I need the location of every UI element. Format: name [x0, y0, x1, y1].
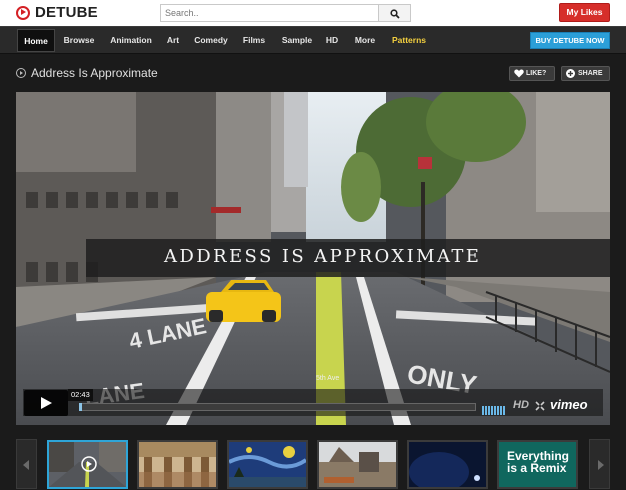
nav-item-art[interactable]: Art [161, 29, 185, 52]
svg-text:5th Ave: 5th Ave [316, 375, 339, 382]
search-input[interactable]: Search.. [160, 4, 379, 22]
thumbnail-strip: Everything is a Remix [16, 433, 610, 490]
video-title: Address Is Approximate [31, 66, 158, 80]
thumbnail-title: Everything is a Remix [507, 449, 570, 475]
nav-item-more[interactable]: More [348, 29, 382, 52]
thumbnail-item[interactable] [227, 440, 308, 489]
video-player[interactable]: 4 LANE ONLY LANE 5th Ave ADDRESS IS APPR… [16, 92, 610, 425]
nav-item-animation[interactable]: Animation [105, 29, 157, 52]
nav-item-home[interactable]: Home [17, 29, 55, 52]
thumbnail-item[interactable] [47, 440, 128, 489]
nav-item-comedy[interactable]: Comedy [189, 29, 233, 52]
prev-arrow[interactable] [16, 439, 37, 489]
timecode: 02:43 [68, 389, 93, 401]
nav-item-browse[interactable]: Browse [58, 29, 100, 52]
play-circle-icon [16, 68, 26, 78]
like-button[interactable]: LIKE? [509, 66, 555, 81]
progress-track[interactable] [79, 403, 476, 411]
thumbnail-item[interactable] [407, 440, 488, 489]
search-button[interactable] [379, 4, 411, 22]
next-arrow[interactable] [589, 439, 610, 489]
play-circle-icon [16, 5, 30, 20]
thumbnail-item[interactable] [137, 440, 218, 489]
nav-item-films[interactable]: Films [237, 29, 271, 52]
top-header: DETUBE Search.. My Likes [0, 0, 626, 26]
buy-detube-button[interactable]: BUY DETUBE NOW [530, 32, 610, 49]
logo[interactable]: DETUBE [16, 4, 98, 21]
search-icon [390, 9, 400, 19]
nav-item-patterns[interactable]: Patterns [386, 29, 432, 52]
play-button[interactable] [24, 390, 68, 416]
video-title-row: Address Is Approximate LIKE? SHARE [0, 54, 626, 92]
share-button[interactable]: SHARE [561, 66, 610, 81]
hd-toggle[interactable]: HD [513, 399, 529, 411]
thumbnail-item[interactable]: Everything is a Remix [497, 440, 578, 489]
logo-text: DETUBE [35, 4, 98, 21]
vimeo-logo[interactable]: vimeo [550, 397, 588, 412]
nav-item-hd[interactable]: HD [321, 29, 343, 52]
like-label: LIKE? [526, 70, 547, 77]
plus-circle-icon [566, 69, 575, 78]
volume-control[interactable] [482, 402, 506, 420]
my-likes-button[interactable]: My Likes [559, 3, 610, 22]
thumbnail-item[interactable] [317, 440, 398, 489]
main-nav: Home Browse Animation Art Comedy Films S… [0, 26, 626, 54]
nav-item-sample[interactable]: Sample [276, 29, 318, 52]
heart-icon [514, 69, 524, 78]
share-label: SHARE [578, 70, 603, 77]
video-caption: ADDRESS IS APPROXIMATE [164, 246, 482, 267]
fullscreen-icon[interactable] [535, 401, 545, 411]
progress-played [79, 403, 82, 411]
